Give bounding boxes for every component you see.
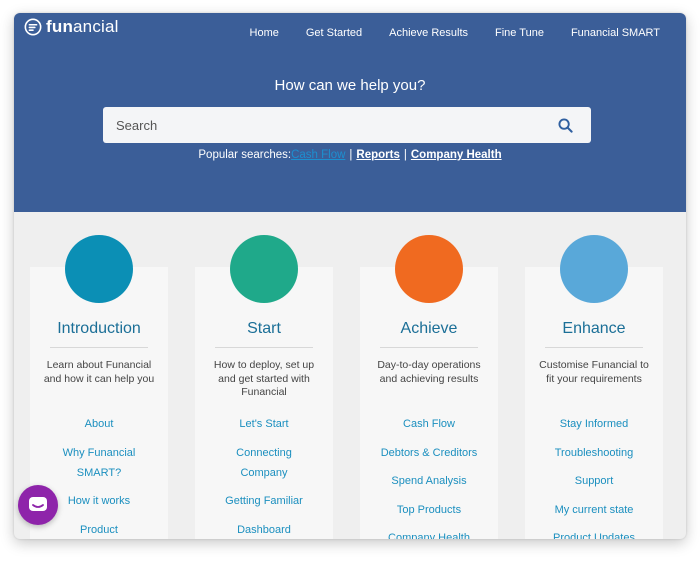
- brand-logo[interactable]: funancial: [24, 16, 119, 38]
- search-icon[interactable]: [547, 107, 583, 143]
- introduction-circle-icon: [65, 235, 133, 303]
- card-links: Cash Flow Debtors & Creditors Spend Anal…: [366, 414, 492, 539]
- divider: [215, 347, 313, 348]
- popular-link-company-health[interactable]: Company Health: [411, 149, 502, 161]
- card-link[interactable]: Top Products: [366, 500, 492, 520]
- card-link[interactable]: About: [36, 414, 162, 434]
- card-link[interactable]: My current state: [531, 500, 657, 520]
- card-title[interactable]: Introduction: [30, 320, 168, 338]
- card-link[interactable]: Getting Familiar: [201, 491, 327, 511]
- popular-link-cash-flow[interactable]: Cash Flow: [291, 149, 345, 161]
- popular-link-reports[interactable]: Reports: [356, 149, 399, 161]
- main-nav: Home Get Started Achieve Results Fine Tu…: [223, 27, 660, 39]
- card-enhance: Enhance Customise Funancial to fit your …: [525, 267, 663, 539]
- browser-frame: funancial Home Get Started Achieve Resul…: [14, 13, 686, 539]
- chat-icon: [29, 497, 47, 511]
- achieve-circle-icon: [395, 235, 463, 303]
- divider: [380, 347, 478, 348]
- card-link[interactable]: Stay Informed: [531, 414, 657, 434]
- nav-fine-tune[interactable]: Fine Tune: [495, 27, 544, 39]
- nav-funancial-smart[interactable]: Funancial SMART: [571, 27, 660, 39]
- card-links: Let's Start Connecting Company Getting F…: [201, 414, 327, 539]
- header-hero: funancial Home Get Started Achieve Resul…: [14, 13, 686, 212]
- search-bar: [103, 107, 591, 143]
- search-input[interactable]: [103, 107, 547, 143]
- card-description: Day-to-day operations and achieving resu…: [377, 359, 481, 385]
- card-start: Start How to deploy, set up and get star…: [195, 267, 333, 539]
- card-link[interactable]: Spend Analysis: [366, 471, 492, 491]
- card-link[interactable]: Company Health: [366, 528, 492, 539]
- divider: [50, 347, 148, 348]
- card-link[interactable]: Support: [531, 471, 657, 491]
- card-title[interactable]: Enhance: [525, 320, 663, 338]
- card-links: Stay Informed Troubleshooting Support My…: [531, 414, 657, 539]
- popular-searches: Popular searches:Cash Flow | Reports | Compa…: [14, 149, 686, 161]
- card-link[interactable]: Troubleshooting: [531, 443, 657, 463]
- popular-label: Popular searches:: [198, 149, 292, 161]
- card-title[interactable]: Start: [195, 320, 333, 338]
- enhance-circle-icon: [560, 235, 628, 303]
- card-title[interactable]: Achieve: [360, 320, 498, 338]
- card-link[interactable]: Cash Flow: [366, 414, 492, 434]
- card-links: About Why Funancial SMART? How it works …: [36, 414, 162, 539]
- separator: |: [403, 149, 407, 161]
- nav-achieve-results[interactable]: Achieve Results: [389, 27, 468, 39]
- card-link[interactable]: Product Updates: [531, 528, 657, 539]
- card-link[interactable]: Debtors & Creditors: [366, 443, 492, 463]
- nav-home[interactable]: Home: [250, 27, 279, 39]
- card-link[interactable]: Dashboard: [201, 520, 327, 540]
- logo-text: funancial: [46, 17, 119, 36]
- card-achieve: Achieve Day-to-day operations and achiev…: [360, 267, 498, 539]
- divider: [545, 347, 643, 348]
- card-link[interactable]: Let's Start: [201, 414, 327, 434]
- card-description: Customise Funancial to fit your requirem…: [539, 359, 649, 385]
- card-description: How to deploy, set up and get started wi…: [213, 359, 315, 398]
- card-link[interactable]: Product: [36, 520, 162, 540]
- card-description: Learn about Funancial and how it can hel…: [43, 359, 155, 385]
- card-link[interactable]: Why Funancial SMART?: [61, 443, 137, 483]
- help-heading: How can we help you?: [274, 77, 426, 94]
- start-circle-icon: [230, 235, 298, 303]
- card-link[interactable]: Connecting Company: [231, 443, 297, 483]
- logo-icon: [24, 18, 42, 36]
- nav-get-started[interactable]: Get Started: [306, 27, 362, 39]
- chat-launcher-button[interactable]: [18, 485, 58, 525]
- separator: |: [349, 149, 353, 161]
